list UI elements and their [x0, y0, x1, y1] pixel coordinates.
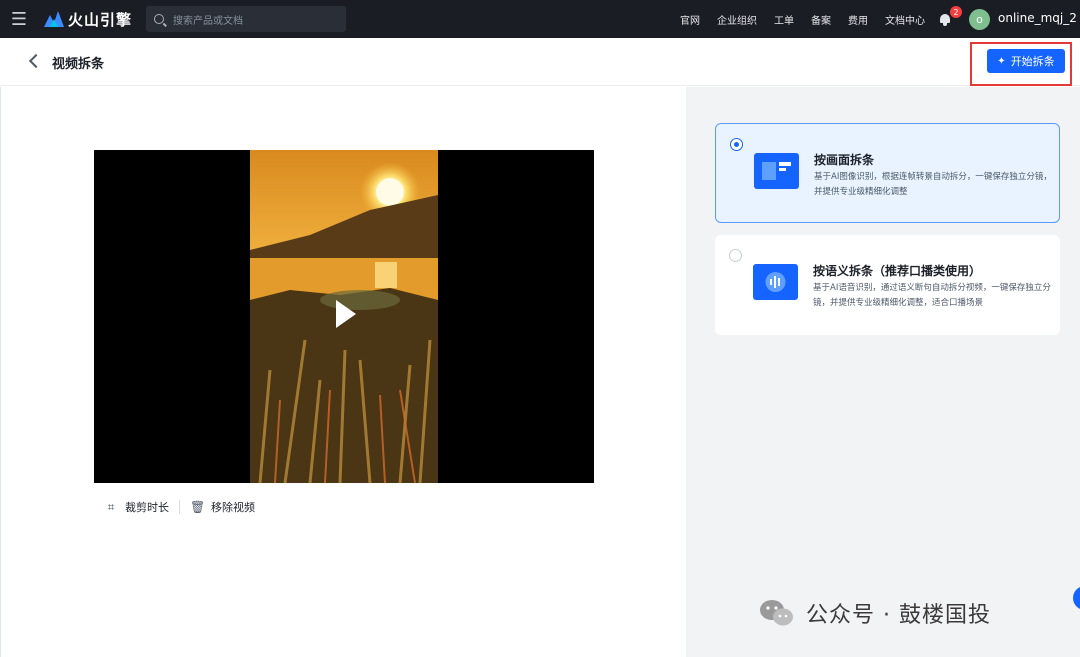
volcano-logo-icon — [44, 11, 64, 27]
option-title: 按画面拆条 — [814, 153, 875, 167]
brand-name: 火山引擎 — [68, 10, 133, 29]
trash-icon: 🗑 — [190, 500, 206, 514]
play-icon[interactable] — [326, 296, 362, 332]
back-arrow-icon[interactable] — [28, 54, 40, 68]
wechat-icon — [758, 598, 796, 628]
radio-split-by-semantics[interactable] — [729, 249, 742, 262]
nav-link-filing[interactable]: 备案 — [811, 12, 831, 27]
nav-link-tickets[interactable]: 工单 — [774, 12, 794, 27]
option-description: 基于AI语音识别，通过语义断句自动拆分视频，一键保存独立分镜，并提供专业级精细化… — [813, 283, 1051, 308]
search-input[interactable]: 搜索产品或文档 — [146, 6, 346, 32]
radio-split-by-frame[interactable] — [730, 138, 743, 151]
page-header: 视频拆条 ✦ 开始拆条 — [0, 38, 1080, 86]
trim-duration-button[interactable]: ⌗ 裁剪时长 — [104, 499, 169, 515]
video-player[interactable] — [94, 150, 594, 483]
crop-icon: ⌗ — [107, 500, 115, 514]
brand-logo[interactable]: 火山引擎 — [44, 9, 136, 30]
option-title: 按语义拆条（推荐口播类使用） — [813, 264, 982, 278]
option-split-by-semantics[interactable]: 按语义拆条（推荐口播类使用） 基于AI语音识别，通过语义断句自动拆分视频，一键保… — [715, 235, 1060, 335]
annotation-highlight-box — [970, 42, 1072, 86]
action-divider — [179, 500, 180, 514]
option-description: 基于AI图像识别，根据连帧转景自动拆分，一键保存独立分镜，并提供专业级精细化调整 — [814, 172, 1052, 197]
nav-link-official-site[interactable]: 官网 — [680, 12, 700, 27]
wechat-watermark: 公众号 · 鼓楼国投 — [758, 597, 991, 629]
search-icon — [154, 14, 164, 24]
audio-wave-icon — [753, 264, 798, 300]
avatar[interactable]: o — [969, 9, 990, 30]
split-options-panel: 按画面拆条 基于AI图像识别，根据连帧转景自动拆分，一键保存独立分镜，并提供专业… — [686, 87, 1080, 657]
username-label[interactable]: online_mqj_2 — [998, 11, 1077, 25]
trim-duration-label: 裁剪时长 — [125, 501, 169, 514]
nav-link-docs[interactable]: 文档中心 — [885, 12, 925, 27]
video-actions: ⌗ 裁剪时长 🗑 移除视频 — [104, 499, 255, 515]
hamburger-menu-icon[interactable]: ☰ — [0, 0, 38, 38]
remove-video-label: 移除视频 — [211, 501, 255, 514]
frame-split-icon — [754, 153, 799, 189]
notification-badge: 2 — [950, 6, 962, 18]
page-title: 视频拆条 — [52, 57, 105, 72]
nav-link-billing[interactable]: 费用 — [848, 12, 868, 27]
video-preview-panel: ⌗ 裁剪时长 🗑 移除视频 — [0, 87, 686, 657]
top-navbar: ☰ 火山引擎 搜索产品或文档 官网 企业组织 工单 备案 费用 文档中心 2 o… — [0, 0, 1080, 38]
search-placeholder: 搜索产品或文档 — [173, 15, 243, 27]
watermark-text: 公众号 · 鼓楼国投 — [806, 603, 991, 628]
remove-video-button[interactable]: 🗑 移除视频 — [190, 499, 255, 515]
top-nav-links: 官网 企业组织 工单 备案 费用 文档中心 — [680, 0, 942, 38]
option-split-by-frame[interactable]: 按画面拆条 基于AI图像识别，根据连帧转景自动拆分，一键保存独立分镜，并提供专业… — [715, 123, 1060, 223]
nav-link-organization[interactable]: 企业组织 — [717, 12, 757, 27]
